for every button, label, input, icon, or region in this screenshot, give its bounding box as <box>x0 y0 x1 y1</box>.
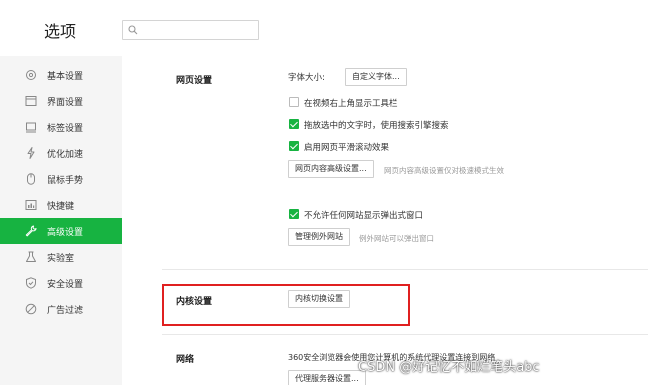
font-size-label: 字体大小: <box>288 73 325 83</box>
sidebar-item-adblock[interactable]: 广告过滤 <box>0 296 122 322</box>
show-video-toolbar-checkbox[interactable] <box>289 97 299 107</box>
mouse-icon <box>27 173 35 185</box>
shield-icon <box>26 277 36 289</box>
lightning-icon <box>27 147 35 159</box>
advanced-content-button[interactable]: 网页内容高级设置... <box>288 160 374 178</box>
manage-exceptions-button[interactable]: 管理例外网站 <box>288 228 350 246</box>
search-icon <box>128 25 138 35</box>
search-input[interactable] <box>141 23 253 37</box>
sidebar-item-label: 高级设置 <box>47 228 84 238</box>
section-divider <box>162 269 648 270</box>
options-header: 选项 <box>0 0 648 56</box>
sidebar-item-label: 广告过滤 <box>47 306 84 316</box>
sidebar-item-security[interactable]: 安全设置 <box>0 270 122 296</box>
proxy-settings-button[interactable]: 代理服务器设置... <box>288 370 366 385</box>
page-title: 选项 <box>44 22 77 41</box>
flask-icon <box>26 251 36 262</box>
sidebar-item-label: 界面设置 <box>47 98 84 108</box>
sidebar-item-shortcuts[interactable]: 快捷键 <box>0 192 122 218</box>
smooth-scroll-label: 启用网页平滑滚动效果 <box>304 143 390 153</box>
sidebar-item-interface[interactable]: 界面设置 <box>0 88 122 114</box>
sidebar: 基本设置 界面设置 标签设置 优化加速 鼠标手势 快捷键 高级设置 实验室 安全… <box>0 56 122 385</box>
sidebar-item-label: 优化加速 <box>47 150 84 160</box>
sidebar-item-label: 安全设置 <box>47 280 84 290</box>
sidebar-item-basic[interactable]: 基本设置 <box>0 62 122 88</box>
drag-search-checkbox[interactable] <box>289 119 299 129</box>
window-icon <box>25 96 37 106</box>
sidebar-item-label: 基本设置 <box>47 72 84 82</box>
show-video-toolbar-label: 在视频右上角显示工具栏 <box>304 99 398 109</box>
watermark: CSDN @好记忆不如烂笔头abc <box>358 360 540 375</box>
smooth-scroll-checkbox[interactable] <box>289 141 299 151</box>
drag-search-label: 拖放选中的文字时，使用搜索引擎搜索 <box>304 121 449 131</box>
advanced-content-hint: 网页内容高级设置仅对极速模式生效 <box>384 166 504 175</box>
keyboard-icon <box>25 200 37 210</box>
block-icon <box>25 303 37 315</box>
block-popups-checkbox[interactable] <box>289 209 299 219</box>
network-title: 网络 <box>176 355 195 365</box>
search-box[interactable] <box>122 20 259 40</box>
custom-font-button[interactable]: 自定义字体... <box>345 68 407 86</box>
settings-content: 网页设置 字体大小: 自定义字体... 在视频右上角显示工具栏 拖放选中的文字时… <box>122 56 648 385</box>
block-popups-label: 不允许任何网站显示弹出式窗口 <box>304 211 424 221</box>
sidebar-item-lab[interactable]: 实验室 <box>0 244 122 270</box>
sidebar-item-gestures[interactable]: 鼠标手势 <box>0 166 122 192</box>
sidebar-item-tabs[interactable]: 标签设置 <box>0 114 122 140</box>
web-settings-title: 网页设置 <box>176 76 213 86</box>
wrench-icon <box>25 225 37 237</box>
sidebar-item-label: 实验室 <box>47 254 75 264</box>
highlight-box <box>162 284 410 326</box>
sidebar-item-label: 标签设置 <box>47 124 84 134</box>
section-divider <box>162 334 648 335</box>
sidebar-item-label: 快捷键 <box>47 202 75 212</box>
tab-icon <box>26 122 36 133</box>
sidebar-item-optimize[interactable]: 优化加速 <box>0 140 122 166</box>
gear-icon <box>26 70 36 80</box>
sidebar-item-label: 鼠标手势 <box>47 176 84 186</box>
sidebar-item-advanced[interactable]: 高级设置 <box>0 218 122 244</box>
exceptions-hint: 例外网站可以弹出窗口 <box>359 234 434 243</box>
